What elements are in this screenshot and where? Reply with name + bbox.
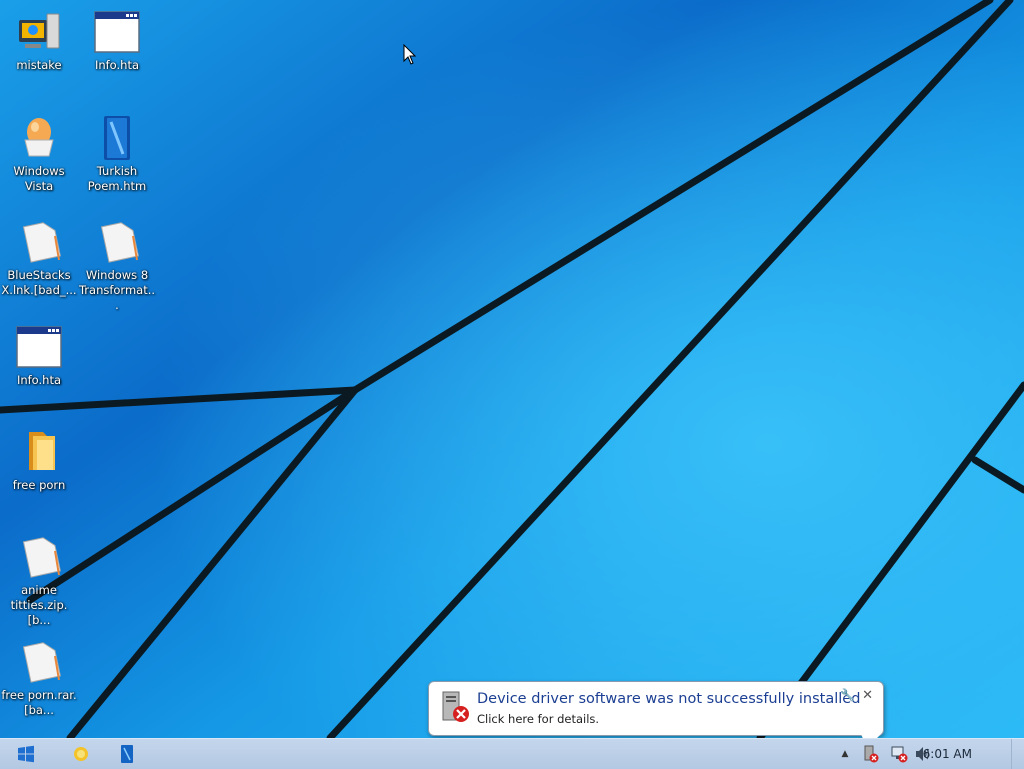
balloon-options-icon[interactable]: 🔧 [840,688,855,702]
blank-file-icon [22,222,61,263]
desktop-icon-windows8-transformation[interactable]: Windows 8 Transformat... [78,218,156,313]
desktop-icon-bluestacks[interactable]: BlueStacks X.lnk.[bad_... [0,218,78,298]
desktop[interactable]: mistake Info.hta Windows Vista Turkish P… [0,0,1024,738]
taskbar: ▲ 6:01 AM [0,738,1024,769]
mouse-cursor-icon [403,44,417,65]
balloon-close-button[interactable]: ✕ [862,688,873,703]
desktop-icon-label: anime titties.zip.[b... [10,583,68,627]
taskbar-clock[interactable]: 6:01 AM [923,739,972,769]
blank-file-icon [22,537,61,578]
desktop-icon-label: Windows Vista [13,164,65,193]
egg-app-icon [74,747,88,761]
tray-network-error-icon[interactable] [889,744,909,764]
network-error-icon [891,746,908,763]
desktop-icon-turkish-poem[interactable]: Turkish Poem.htm [78,114,156,194]
blue-book-icon [104,116,130,160]
balloon-body-link[interactable]: Click here for details. [477,712,599,726]
show-desktop-button[interactable] [1011,739,1024,769]
balloon-title: Device driver software was not successfu… [477,691,861,707]
taskbar-app-egg[interactable] [61,739,101,769]
wallpaper [0,0,1024,738]
tray-overflow-arrow[interactable]: ▲ [835,744,855,764]
hta-window-icon [94,11,140,53]
taskbar-app-blue-book[interactable] [107,739,147,769]
desktop-icon-label: mistake [16,58,62,72]
desktop-icon-mistake[interactable]: mistake [0,8,78,73]
desktop-icon-label: Windows 8 Transformat... [78,268,156,312]
desktop-icon-windows-vista[interactable]: Windows Vista [0,114,78,194]
desktop-icon-label: free porn.rar.[ba... [1,688,77,717]
desktop-icon-label: Info.hta [16,373,62,387]
hta-window-icon [16,326,62,368]
computer-icon [19,13,60,49]
desktop-icon-info-hta[interactable]: Info.hta [78,8,156,73]
desktop-icon-info-hta-2[interactable]: Info.hta [0,323,78,388]
desktop-icon-free-porn-rar[interactable]: free porn.rar.[ba... [0,638,78,718]
notification-balloon[interactable]: Device driver software was not successfu… [428,681,884,738]
device-error-icon [864,745,879,763]
device-error-icon [442,691,469,722]
desktop-icon-label: free porn [12,478,66,492]
blue-book-app-icon [121,745,133,763]
start-button[interactable] [6,739,46,769]
folder-icon [29,432,55,470]
desktop-icon-anime-zip[interactable]: anime titties.zip.[b... [0,533,78,628]
blank-file-icon [100,222,139,263]
blank-file-icon [22,642,61,683]
desktop-icon-label: Turkish Poem.htm [87,164,147,193]
desktop-icon-label: BlueStacks X.lnk.[bad_... [1,268,77,297]
start-icon [18,745,34,763]
desktop-icon-free-porn-folder[interactable]: free porn [0,428,78,493]
tray-device-error-icon[interactable] [861,744,881,764]
egg-icon [24,118,54,157]
desktop-icon-label: Info.hta [94,58,140,72]
